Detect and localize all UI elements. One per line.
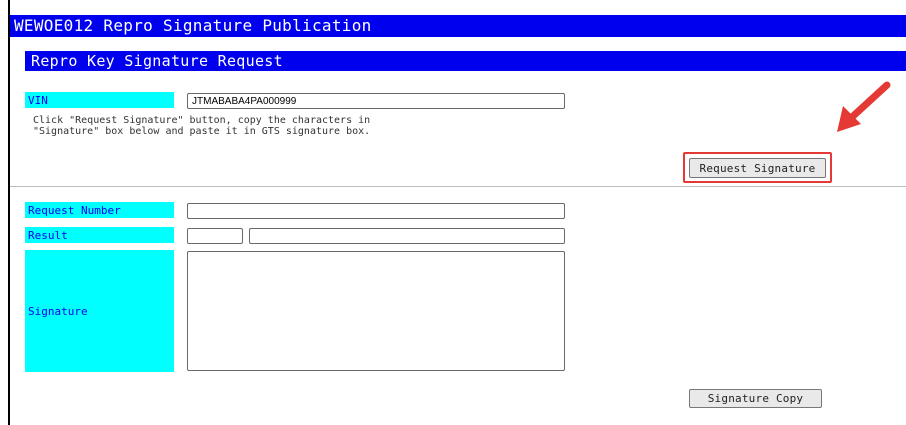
vin-label: VIN bbox=[25, 92, 174, 108]
window-title: WEWOE012 Repro Signature Publication bbox=[10, 15, 906, 37]
section-divider bbox=[10, 186, 906, 187]
result-code-field[interactable] bbox=[187, 228, 243, 244]
result-label: Result bbox=[25, 227, 174, 243]
request-number-field[interactable] bbox=[187, 203, 565, 219]
request-signature-button[interactable]: Request Signature bbox=[689, 158, 826, 178]
request-number-label: Request Number bbox=[25, 202, 174, 218]
signature-copy-button[interactable]: Signature Copy bbox=[689, 389, 822, 408]
result-message-field[interactable] bbox=[249, 228, 565, 244]
instructions-text: Click "Request Signature" button, copy t… bbox=[33, 115, 371, 137]
signature-label: Signature bbox=[25, 250, 174, 372]
red-arrow-icon bbox=[837, 81, 891, 132]
vin-field[interactable]: JTMABABA4PA000999 bbox=[187, 93, 565, 109]
signature-textarea[interactable] bbox=[187, 251, 565, 371]
section-title: Repro Key Signature Request bbox=[25, 51, 906, 71]
